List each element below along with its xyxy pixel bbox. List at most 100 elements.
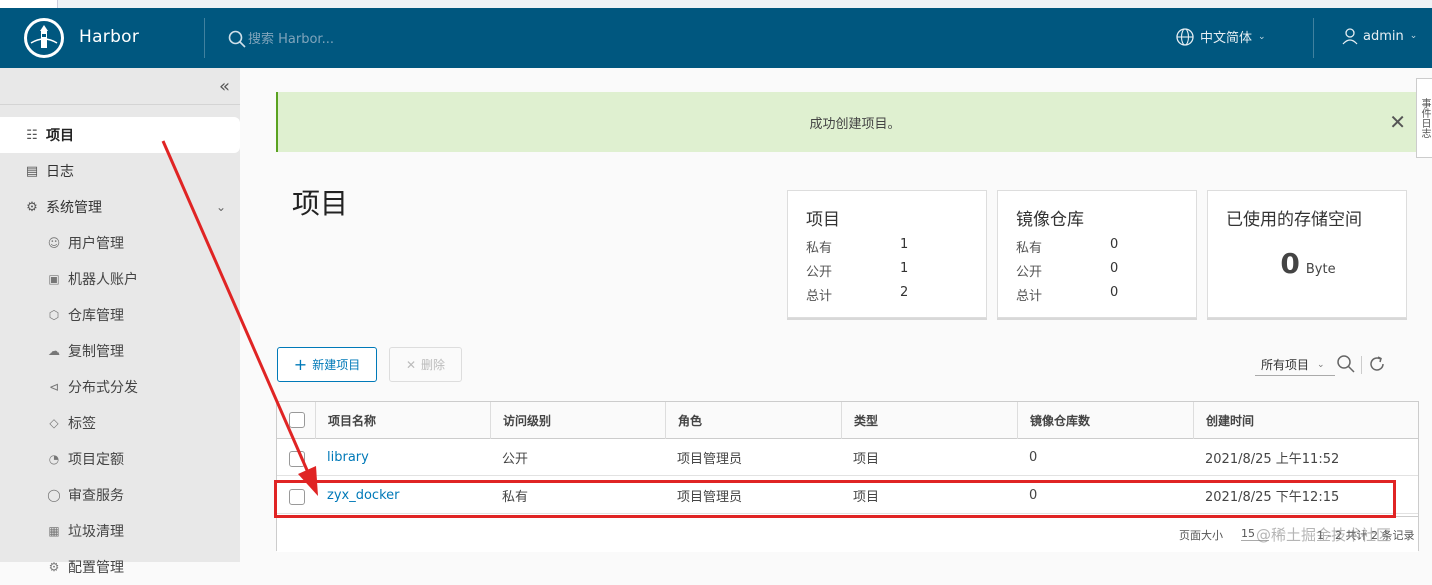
column-header-repo-count[interactable]: 镜像仓库数 <box>1017 402 1193 439</box>
row-label: 总计 <box>806 289 833 304</box>
sidebar-item-robot-accounts[interactable]: ▣ 机器人账户 <box>0 261 240 297</box>
shield-icon: ◯ <box>47 488 61 502</box>
project-name-link[interactable]: library <box>315 439 369 476</box>
sidebar-item-label: 配置管理 <box>68 560 124 576</box>
sidebar-item-label: 机器人账户 <box>68 272 138 288</box>
language-selector[interactable]: 中文简体 ⌄ <box>1176 27 1266 46</box>
row-value[interactable]: 0 <box>1110 237 1118 252</box>
row-label: 私有 <box>1016 241 1043 256</box>
global-search[interactable] <box>228 28 528 50</box>
language-label: 中文简体 <box>1200 31 1253 46</box>
table-header: 项目名称 访问级别 角色 类型 镜像仓库数 创建时间 <box>277 402 1418 439</box>
harbor-logo-icon[interactable] <box>24 18 64 58</box>
tag-icon: ◇ <box>49 416 59 430</box>
search-input[interactable] <box>248 31 508 47</box>
browser-tab[interactable] <box>0 0 58 8</box>
repositories-summary-card: 镜像仓库 私有 0 公开 0 总计 0 <box>997 190 1197 318</box>
globe-icon <box>1176 27 1194 46</box>
row-value[interactable]: 1 <box>900 237 908 252</box>
storage-unit: Byte <box>1305 262 1336 277</box>
sidebar-item-system-admin[interactable]: ⚙ 系统管理 ⌄ <box>0 189 240 225</box>
search-icon[interactable] <box>1336 354 1356 374</box>
alert-message: 成功创建项目。 <box>809 116 901 132</box>
trash-icon: ▦ <box>48 524 60 538</box>
projects-summary-card: 项目 私有 1 公开 1 总计 2 <box>787 190 987 318</box>
sidebar-item-distribution[interactable]: ⊲ 分布式分发 <box>0 369 240 405</box>
row-value[interactable]: 0 <box>1110 261 1118 276</box>
card-row-total: 总计 0 <box>1016 285 1176 304</box>
card-title: 已使用的存储空间 <box>1226 210 1362 230</box>
row-value[interactable]: 1 <box>900 261 908 276</box>
sidebar-item-scanners[interactable]: ◯ 审查服务 <box>0 477 240 513</box>
filter-value: 所有项目 <box>1261 358 1310 372</box>
table-footer: 页面大小 15 1 - 2 共计 2 条记录 <box>277 516 1418 552</box>
sidebar: « ☷ 项目 ▤ 日志 ⚙ 系统管理 ⌄ ☺ 用户管理 ▣ 机器人账户 ⬡ 仓库管理 … <box>0 68 240 576</box>
user-menu[interactable]: admin ⌄ <box>1341 27 1417 45</box>
delete-button[interactable]: ✕ 删除 <box>389 347 462 382</box>
row-value[interactable]: 0 <box>1110 285 1118 300</box>
role: 项目管理员 <box>677 452 743 467</box>
close-icon: ✕ <box>405 357 417 372</box>
sidebar-item-quotas[interactable]: ◔ 项目定额 <box>0 441 240 477</box>
sidebar-item-replications[interactable]: ☁ 复制管理 <box>0 333 240 369</box>
sidebar-item-label: 仓库管理 <box>68 308 124 324</box>
chevron-down-icon: ⌄ <box>1409 31 1418 41</box>
collapse-sidebar-icon[interactable]: « <box>219 76 230 97</box>
admin-icon: ⚙ <box>26 199 38 215</box>
column-header-name[interactable]: 项目名称 <box>315 402 490 439</box>
sidebar-item-label: 日志 <box>46 164 74 180</box>
sidebar-item-projects[interactable]: ☷ 项目 <box>0 117 240 153</box>
column-header-type[interactable]: 类型 <box>841 402 1017 439</box>
row-label: 公开 <box>1016 265 1043 280</box>
quota-icon: ◔ <box>48 452 60 466</box>
column-header-access[interactable]: 访问级别 <box>490 402 665 439</box>
sidebar-item-config[interactable]: ⚙ 配置管理 <box>0 549 240 585</box>
button-label: 新建项目 <box>312 358 361 372</box>
page-title: 项目 <box>292 187 349 220</box>
column-header-role[interactable]: 角色 <box>665 402 841 439</box>
sidebar-item-logs[interactable]: ▤ 日志 <box>0 153 240 189</box>
event-log-tab[interactable]: 事件日志 <box>1416 78 1432 158</box>
sidebar-item-label: 标签 <box>68 416 96 432</box>
sidebar-item-label: 项目定额 <box>68 452 124 468</box>
config-icon: ⚙ <box>48 560 60 574</box>
button-label: 删除 <box>421 358 446 372</box>
creation-time: 2021/8/25 上午11:52 <box>1205 452 1340 467</box>
close-icon[interactable]: ✕ <box>1389 110 1406 134</box>
projects-table: 项目名称 访问级别 角色 类型 镜像仓库数 创建时间 library 公开 项目… <box>276 401 1419 552</box>
access-level: 公开 <box>502 452 529 467</box>
storage-usage: 0 Byte <box>1208 247 1408 280</box>
brand-name[interactable]: Harbor <box>79 27 139 47</box>
sidebar-item-labels[interactable]: ◇ 标签 <box>0 405 240 441</box>
row-checkbox[interactable] <box>289 451 305 467</box>
window-strip <box>0 0 1432 8</box>
replication-icon: ☁ <box>48 344 60 358</box>
annotation-highlight-box <box>274 480 1396 518</box>
row-value[interactable]: 2 <box>900 285 908 300</box>
sidebar-item-label: 分布式分发 <box>68 380 138 396</box>
sidebar-divider <box>0 104 240 105</box>
sidebar-item-users[interactable]: ☺ 用户管理 <box>0 225 240 261</box>
row-label: 总计 <box>1016 289 1043 304</box>
sidebar-item-label: 复制管理 <box>68 344 124 360</box>
search-icon <box>228 30 246 48</box>
sidebar-item-registries[interactable]: ⬡ 仓库管理 <box>0 297 240 333</box>
sidebar-item-label: 用户管理 <box>68 236 124 252</box>
new-project-button[interactable]: + 新建项目 <box>277 347 377 382</box>
robot-icon: ▣ <box>48 272 60 286</box>
sidebar-item-label: 垃圾清理 <box>68 524 124 540</box>
select-all-checkbox[interactable] <box>289 412 305 428</box>
sidebar-item-label: 审查服务 <box>68 488 124 504</box>
chevron-down-icon: ⌄ <box>215 200 226 214</box>
column-header-created[interactable]: 创建时间 <box>1193 402 1419 439</box>
plus-icon: + <box>293 355 308 374</box>
refresh-icon[interactable] <box>1367 354 1387 374</box>
watermark: @稀土掘金技术社区 <box>1256 526 1392 544</box>
sidebar-item-label: 系统管理 <box>46 200 102 216</box>
card-row-private: 私有 0 <box>1016 237 1176 256</box>
storage-value: 0 <box>1280 247 1300 280</box>
log-icon: ▤ <box>25 163 39 179</box>
sidebar-item-gc[interactable]: ▦ 垃圾清理 <box>0 513 240 549</box>
card-title: 项目 <box>806 210 840 230</box>
project-filter-select[interactable]: 所有项目 ⌄ <box>1255 354 1335 376</box>
